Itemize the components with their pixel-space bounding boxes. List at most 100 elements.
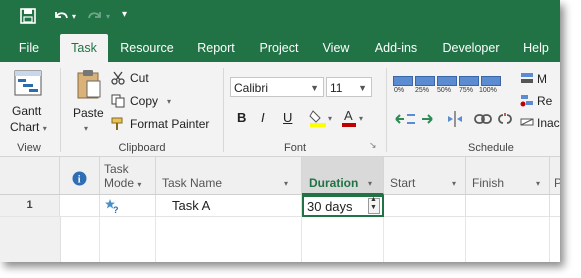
chevron-down-icon[interactable]: ▾ — [536, 179, 540, 188]
group-label-font: Font — [283, 142, 306, 154]
duration-spinner[interactable]: ▲ ▼ — [368, 196, 380, 214]
mark-on-track-label[interactable]: M — [537, 72, 547, 86]
chevron-down-icon[interactable]: ▼ — [310, 78, 319, 98]
inactivate-label[interactable]: Inac — [537, 116, 560, 130]
task-mode-cell[interactable]: ? — [100, 195, 156, 217]
copy-button[interactable]: Copy — [130, 94, 158, 108]
task-name-value: Task A — [172, 198, 211, 213]
select-all-corner[interactable] — [0, 157, 60, 195]
undo-icon[interactable] — [52, 8, 70, 24]
undo-dropdown-icon[interactable]: ▾ — [72, 12, 76, 21]
start-column-header[interactable]: Start ▾ — [384, 157, 466, 195]
chevron-down-icon[interactable]: ▾ — [368, 179, 372, 188]
dialog-launcher-icon[interactable]: ↘ — [369, 140, 377, 151]
pct-25-icon[interactable] — [415, 76, 435, 86]
chevron-down-icon[interactable]: ▼ — [358, 78, 367, 98]
paste-dropdown-icon[interactable]: ▾ — [84, 124, 88, 133]
highlight-dropdown-icon[interactable]: ▾ — [328, 114, 332, 123]
column-line — [99, 217, 100, 262]
gantt-chart-icon[interactable] — [14, 70, 42, 96]
tab-view[interactable]: View — [314, 34, 358, 62]
column-line — [155, 217, 156, 262]
pct-50-label: 50% — [437, 87, 452, 94]
gantt-chart-label-2[interactable]: Chart ▾ — [10, 120, 47, 134]
link-tasks-icon[interactable] — [474, 112, 492, 126]
unlink-tasks-icon[interactable] — [496, 112, 514, 126]
font-color-icon[interactable]: A — [341, 108, 357, 128]
bold-button[interactable]: B — [237, 110, 246, 125]
respect-links-label[interactable]: Re — [537, 94, 552, 108]
copy-icon[interactable] — [111, 94, 125, 108]
font-size-combo[interactable]: 11 ▼ — [326, 77, 372, 97]
save-icon[interactable] — [20, 8, 36, 24]
predecessors-cell[interactable] — [550, 195, 560, 217]
finish-column-header[interactable]: Finish ▾ — [466, 157, 550, 195]
schedule-group: 0% 25% 50% 75% 100% M Re Inac Schedule — [388, 62, 560, 156]
group-label-clipboard: Clipboard — [118, 142, 166, 154]
paste-icon[interactable] — [76, 68, 102, 100]
italic-button[interactable]: I — [261, 110, 265, 125]
tab-help[interactable]: Help — [516, 34, 556, 62]
font-name-combo[interactable]: Calibri ▼ — [230, 77, 324, 97]
copy-dropdown-icon[interactable]: ▾ — [167, 97, 171, 106]
mark-on-track-icon[interactable] — [520, 71, 534, 85]
pct-0-icon[interactable] — [393, 76, 413, 86]
inactivate-icon[interactable] — [520, 115, 534, 129]
ribbon-separator — [386, 68, 387, 152]
task-name-column-header[interactable]: Task Name ▾ — [156, 157, 302, 195]
tab-task[interactable]: Task — [60, 34, 108, 62]
quick-access-toolbar: ▾ ▾ ▾ — [0, 0, 560, 34]
finish-cell[interactable] — [466, 195, 550, 217]
tab-project[interactable]: Project — [250, 34, 308, 62]
tab-file[interactable]: File — [10, 34, 48, 62]
highlight-color-icon[interactable] — [309, 108, 327, 128]
task-mode-column-header[interactable]: Task Mode ▾ — [100, 157, 156, 195]
gantt-chart-label[interactable]: Gantt — [12, 104, 41, 118]
group-label-view: View — [17, 142, 41, 154]
svg-text:i: i — [78, 175, 81, 186]
predecessors-column-header[interactable]: P — [550, 157, 560, 195]
underline-button[interactable]: U — [283, 110, 292, 125]
redo-dropdown-icon: ▾ — [106, 12, 111, 21]
cut-icon[interactable] — [111, 71, 125, 85]
pct-100-icon[interactable] — [481, 76, 501, 86]
pct-50-icon[interactable] — [437, 76, 457, 86]
indicators-column-header[interactable]: i — [60, 157, 100, 195]
format-painter-icon[interactable] — [111, 117, 125, 131]
format-painter-button[interactable]: Format Painter — [130, 117, 209, 131]
column-line — [549, 217, 550, 262]
pct-75-label: 75% — [459, 87, 474, 94]
app-window: ▾ ▾ ▾ File Task Resource Report Project … — [0, 0, 560, 262]
cut-button[interactable]: Cut — [130, 71, 149, 85]
ribbon-tabs: File Task Resource Report Project View A… — [0, 34, 560, 62]
column-line — [301, 217, 302, 262]
start-cell[interactable] — [384, 195, 466, 217]
tab-add-ins[interactable]: Add-ins — [366, 34, 426, 62]
start-header-label: Start — [390, 176, 416, 190]
tab-developer[interactable]: Developer — [434, 34, 508, 62]
pct-100-label: 100% — [479, 87, 497, 94]
task-name-cell[interactable]: Task A — [156, 195, 302, 217]
paste-label[interactable]: Paste — [73, 106, 104, 120]
column-line — [383, 217, 384, 262]
indicators-cell[interactable] — [60, 195, 100, 217]
chevron-down-icon[interactable]: ▾ — [452, 179, 456, 188]
duration-column-header[interactable]: Duration ▾ — [302, 157, 384, 195]
split-task-icon[interactable] — [446, 110, 464, 128]
row-id[interactable]: 1 — [0, 195, 60, 217]
tab-report[interactable]: Report — [188, 34, 244, 62]
font-color-dropdown-icon[interactable]: ▾ — [359, 114, 363, 123]
customize-qat-icon[interactable]: ▾ — [122, 9, 127, 20]
chevron-down-icon[interactable]: ▾ — [284, 179, 288, 188]
auto-scheduled-task-icon: ? — [105, 199, 119, 214]
respect-links-icon[interactable] — [520, 93, 534, 107]
tab-resource[interactable]: Resource — [114, 34, 180, 62]
font-size-value: 11 — [330, 81, 343, 95]
info-icon: i — [72, 171, 87, 186]
spinner-down-icon[interactable]: ▼ — [370, 204, 377, 211]
pct-75-icon[interactable] — [459, 76, 479, 86]
outdent-icon[interactable] — [394, 112, 416, 126]
spinner-up-icon[interactable]: ▲ — [370, 196, 377, 203]
duration-cell[interactable]: 30 days ▲ ▼ — [302, 195, 384, 217]
indent-icon[interactable] — [418, 112, 436, 126]
